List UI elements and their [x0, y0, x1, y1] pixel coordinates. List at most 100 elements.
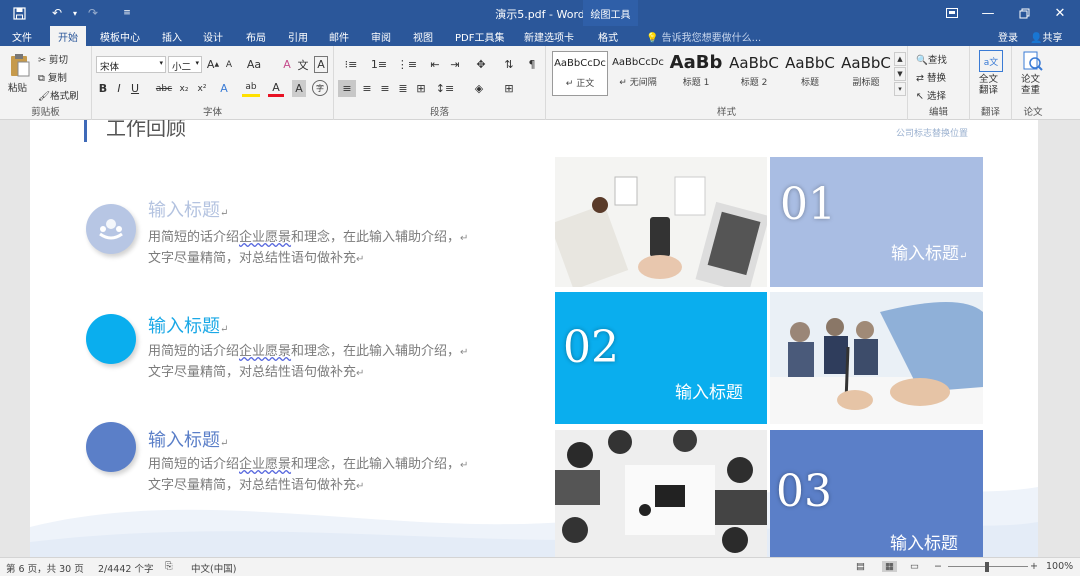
item-description: 用简短的话介绍企业愿景和理念，在此输入辅助介绍，↵ 文字尽量精简，对总结性语句做…	[148, 457, 469, 493]
style-heading-2[interactable]: AaBbC 标题 2	[726, 51, 782, 96]
clear-format-icon[interactable]: A	[280, 56, 294, 73]
tab-layout[interactable]: 布局	[246, 29, 266, 44]
desc-pre: 用简短的话介绍	[148, 344, 240, 359]
superscript-icon[interactable]: x²	[194, 80, 210, 97]
char-shading-icon[interactable]: A	[292, 80, 306, 97]
select-button[interactable]: ↖ 选择	[916, 88, 946, 102]
translate-icon[interactable]: a文	[979, 50, 1003, 72]
char-shading-glyph: A	[295, 82, 303, 95]
style-name: 标题	[800, 78, 819, 88]
zoom-out-icon[interactable]: −	[934, 561, 942, 572]
style-scroll-up-icon[interactable]: ▲	[894, 52, 906, 66]
align-center-icon[interactable]: ≡	[358, 80, 376, 97]
bold-icon[interactable]: B	[96, 80, 110, 97]
paste-icon[interactable]	[8, 52, 32, 78]
web-layout-icon[interactable]: ▭	[910, 561, 919, 572]
style-normal[interactable]: AaBbCcDc ↵ 正文	[552, 51, 608, 96]
tab-design[interactable]: 设计	[203, 29, 223, 44]
phonetic-icon[interactable]: 文	[296, 56, 310, 73]
zoom-level[interactable]: 100%	[1046, 561, 1073, 572]
tab-view[interactable]: 视图	[413, 29, 433, 44]
shrink-font-icon[interactable]: A	[222, 56, 236, 73]
tab-file[interactable]: 文件	[12, 29, 32, 44]
zoom-slider-thumb[interactable]	[985, 562, 989, 572]
justify-icon[interactable]: ≣	[394, 80, 412, 97]
title-accent-bar	[84, 120, 87, 142]
numbering-icon[interactable]: 1≡	[368, 56, 390, 73]
style-title[interactable]: AaBbC 标题	[782, 51, 838, 96]
tab-review[interactable]: 审阅	[371, 29, 391, 44]
tab-pdf-tools[interactable]: PDF工具集	[455, 29, 504, 44]
font-name-select[interactable]: 宋体 ▾	[96, 56, 166, 73]
document-area[interactable]: 工作回顾 公司标志替换位置 输入标题↵ 用简短的话介绍企业愿景和理念，在此输入辅…	[0, 120, 1080, 557]
text-effect-icon[interactable]: A	[216, 80, 232, 97]
distributed-icon[interactable]: ⊞	[412, 80, 430, 97]
shading-icon[interactable]: ◈	[468, 80, 490, 97]
strikethrough-icon[interactable]: abc	[154, 80, 174, 97]
tab-mailings[interactable]: 邮件	[329, 29, 349, 44]
document-page[interactable]: 工作回顾 公司标志替换位置 输入标题↵ 用简短的话介绍企业愿景和理念，在此输入辅…	[30, 120, 1038, 557]
tab-insert[interactable]: 插入	[162, 29, 182, 44]
underline-icon[interactable]: U	[128, 80, 142, 97]
font-size-select[interactable]: 小二 ▾	[168, 56, 202, 73]
restore-icon[interactable]	[1006, 0, 1042, 26]
subscript-icon[interactable]: x₂	[176, 80, 192, 97]
bullets-icon[interactable]: ⁝≡	[340, 56, 362, 73]
chinese-layout-icon[interactable]: ✥	[472, 56, 490, 73]
page-count[interactable]: 第 6 页，共 30 页	[6, 561, 84, 575]
paper-check-button[interactable]: 论文 查重	[1021, 74, 1040, 96]
language-indicator[interactable]: 中文(中国)	[191, 561, 236, 575]
borders-icon[interactable]: ⊞	[498, 80, 520, 97]
enclose-char-icon[interactable]: 字	[312, 80, 328, 96]
paper-check-icon[interactable]	[1021, 50, 1043, 72]
cursor-icon: ↖	[916, 91, 924, 102]
sort-icon[interactable]: ⇅	[500, 56, 518, 73]
login-link[interactable]: 登录	[998, 29, 1018, 44]
decrease-indent-icon[interactable]: ⇤	[426, 56, 444, 73]
style-scroll-down-icon[interactable]: ▼	[894, 67, 906, 81]
tab-template-center[interactable]: 模板中心	[100, 29, 140, 44]
change-case-icon[interactable]: Aa	[244, 56, 264, 73]
full-translate-button[interactable]: 全文 翻译	[979, 74, 998, 96]
tab-new-tab[interactable]: 新建选项卡	[524, 29, 574, 44]
close-icon[interactable]: ✕	[1042, 0, 1078, 26]
paste-label[interactable]: 粘贴	[8, 80, 27, 94]
line-spacing-icon[interactable]: ↕≡	[434, 80, 456, 97]
italic-icon[interactable]: I	[112, 80, 126, 97]
word-count[interactable]: 2/4442 个字	[98, 561, 153, 575]
multilevel-list-icon[interactable]: ⋮≡	[396, 56, 418, 73]
style-more-icon[interactable]: ▾	[894, 82, 906, 96]
find-button[interactable]: 🔍查找	[916, 52, 947, 66]
align-right-icon[interactable]: ≡	[376, 80, 394, 97]
highlight-icon[interactable]: ab	[242, 80, 260, 97]
style-name: 副标题	[852, 78, 880, 88]
ribbon-display-icon[interactable]	[934, 0, 970, 26]
tab-format[interactable]: 格式	[598, 29, 618, 44]
style-no-spacing[interactable]: AaBbCcDc ↵ 无间隔	[610, 51, 666, 96]
minimize-icon[interactable]: —	[970, 0, 1006, 26]
tab-references[interactable]: 引用	[288, 29, 308, 44]
grow-font-icon[interactable]: A ▲	[206, 56, 220, 73]
proofing-icon[interactable]: ⎘	[165, 561, 173, 572]
read-mode-icon[interactable]: ▤	[856, 561, 865, 572]
style-subtitle[interactable]: AaBbC 副标题	[838, 51, 894, 96]
increase-indent-icon[interactable]: ⇥	[446, 56, 464, 73]
tell-me-box[interactable]: 💡 告诉我您想要做什么...	[646, 29, 761, 44]
align-left-icon[interactable]: ≡	[338, 80, 356, 97]
desc-mid: 和理念，在此输入辅助介绍，	[291, 230, 461, 245]
copy-button[interactable]: ⧉ 复制	[38, 70, 67, 84]
font-color-icon[interactable]: A	[268, 80, 284, 97]
copy-label: 复制	[47, 73, 67, 84]
char-border-icon[interactable]: A	[314, 56, 328, 73]
zoom-in-icon[interactable]: +	[1030, 561, 1038, 572]
replace-button[interactable]: ⇄ 替换	[916, 70, 946, 84]
cut-button[interactable]: ✂ 剪切	[38, 52, 68, 66]
style-heading-1[interactable]: AaBb 标题 1	[668, 51, 724, 96]
tab-home[interactable]: 开始	[50, 26, 86, 46]
print-layout-icon[interactable]: ▦	[882, 561, 897, 572]
tell-me-text: 告诉我您想要做什么...	[661, 33, 762, 44]
format-painter-button[interactable]: 🖌格式刷	[38, 88, 79, 102]
show-marks-icon[interactable]: ¶	[524, 56, 540, 73]
share-button[interactable]: 👤共享	[1030, 29, 1062, 44]
tile-number: 01	[780, 179, 836, 230]
